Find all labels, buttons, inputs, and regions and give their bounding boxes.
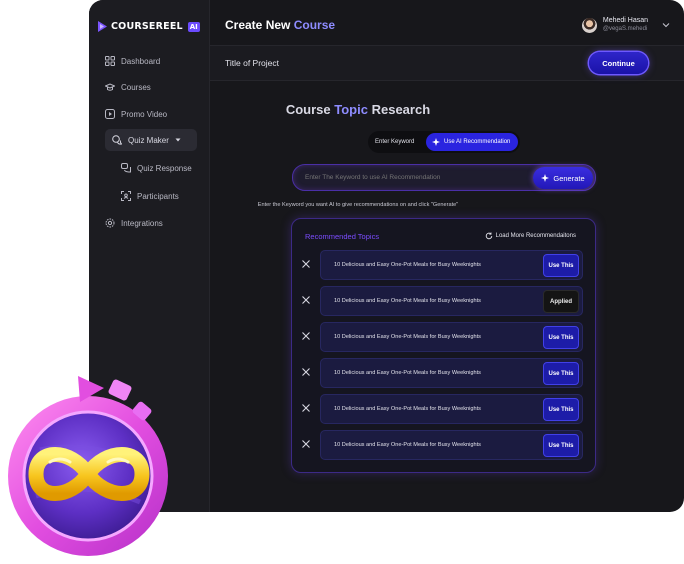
brand-logo[interactable]: COURSEREEL AI [97, 20, 200, 33]
mode-toggle: Enter Keyword Use AI Recommendation [368, 131, 520, 153]
use-this-button[interactable]: Use This [543, 398, 579, 421]
topic-text: 10 Delicious and Easy One-Pot Meals for … [334, 442, 481, 448]
sparkle-icon [541, 174, 550, 182]
sidebar-item-label: Dashboard [121, 56, 161, 66]
close-icon[interactable] [301, 259, 311, 269]
brand-name: COURSEREEL [111, 21, 183, 32]
sidebar-item-quiz-maker[interactable]: Quiz Maker [105, 129, 197, 151]
topic-card: 10 Delicious and Easy One-Pot Meals for … [320, 250, 583, 280]
close-icon[interactable] [301, 439, 311, 449]
logo-mark-icon [98, 21, 107, 32]
use-this-button[interactable]: Use This [543, 362, 579, 385]
keyword-input[interactable] [305, 174, 515, 181]
quiz-icon [112, 135, 122, 145]
tab-label: Use AI Recommendation [444, 139, 511, 145]
sidebar-item-quiz-response[interactable]: Quiz Response [121, 157, 192, 179]
infinity-loop-illustration [8, 376, 168, 556]
use-this-button[interactable]: Use This [543, 254, 579, 277]
caret-down-icon [175, 138, 181, 142]
refresh-icon [485, 232, 492, 240]
gear-icon [105, 218, 115, 228]
project-title: Title of Project [225, 58, 280, 68]
topic-text: 10 Delicious and Easy One-Pot Meals for … [334, 334, 481, 340]
topic-card: 10 Delicious and Easy One-Pot Meals for … [320, 286, 583, 316]
avatar [581, 17, 597, 33]
topic-text: 10 Delicious and Easy One-Pot Meals for … [334, 406, 481, 412]
project-bar: Title of Project Continue [210, 46, 684, 81]
topic-text: 10 Delicious and Easy One-Pot Meals for … [334, 298, 481, 304]
list-item: 10 Delicious and Easy One-Pot Meals for … [301, 358, 583, 388]
brand-badge: AI [187, 21, 200, 32]
sidebar-item-label: Courses [121, 82, 151, 92]
sidebar-item-integrations[interactable]: Integrations [105, 212, 163, 234]
play-square-icon [105, 109, 115, 119]
topic-card: 10 Delicious and Easy One-Pot Meals for … [320, 322, 583, 352]
use-this-button[interactable]: Use This [543, 434, 579, 457]
top-header: Create New Course Mehedi Hasan @vegaS.me… [210, 0, 684, 46]
close-icon[interactable] [301, 331, 311, 341]
research-title: Course Topic Research [121, 102, 595, 117]
sidebar-item-label: Participants [137, 191, 179, 201]
list-item: 10 Delicious and Easy One-Pot Meals for … [301, 322, 583, 352]
user-menu[interactable]: Mehedi Hasan @vegaS.mehedi [581, 16, 670, 34]
close-icon[interactable] [301, 403, 311, 413]
page-title: Create New Course [225, 18, 335, 32]
page-title-main: Create New [225, 18, 291, 32]
keyword-search: Generate [292, 164, 596, 191]
continue-button[interactable]: Continue [589, 52, 648, 74]
tab-enter-keyword[interactable]: Enter Keyword [368, 139, 421, 145]
sidebar-item-label: Integrations [121, 218, 163, 228]
scan-user-icon [121, 191, 131, 201]
list-item: 10 Delicious and Easy One-Pot Meals for … [301, 430, 583, 460]
panel-title: Recommended Topics [305, 232, 380, 241]
close-icon[interactable] [301, 367, 311, 377]
sidebar-item-courses[interactable]: Courses [105, 76, 151, 98]
applied-button[interactable]: Applied [543, 290, 579, 313]
load-more-button[interactable]: Load More Recommendaitons [485, 232, 576, 240]
recommended-topics-panel: Recommended Topics Load More Recommendai… [291, 218, 596, 473]
helper-text: Enter the Keyword you want AI to give re… [257, 202, 459, 208]
list-item: 10 Delicious and Easy One-Pot Meals for … [301, 250, 583, 280]
research-title-accent: Topic [334, 102, 368, 117]
generate-button[interactable]: Generate [533, 167, 593, 189]
user-info: Mehedi Hasan @vegaS.mehedi [603, 16, 648, 34]
sparkle-icon [432, 138, 440, 146]
research-title-main: Course [285, 102, 331, 117]
close-icon[interactable] [301, 295, 311, 305]
topic-card: 10 Delicious and Easy One-Pot Meals for … [320, 430, 583, 460]
generate-label: Generate [553, 173, 585, 183]
sidebar-item-label: Quiz Maker [128, 135, 169, 145]
chevron-down-icon[interactable] [662, 21, 670, 29]
page-title-accent: Course [293, 18, 336, 32]
sidebar-item-dashboard[interactable]: Dashboard [105, 50, 160, 72]
topic-text: 10 Delicious and Easy One-Pot Meals for … [334, 262, 481, 268]
list-item: 10 Delicious and Easy One-Pot Meals for … [301, 394, 583, 424]
list-item: 10 Delicious and Easy One-Pot Meals for … [301, 286, 583, 316]
tab-use-ai-recommendation[interactable]: Use AI Recommendation [426, 133, 518, 151]
research-title-end: Research [371, 102, 431, 117]
topic-card: 10 Delicious and Easy One-Pot Meals for … [320, 394, 583, 424]
use-this-button[interactable]: Use This [543, 326, 579, 349]
user-handle: @vegaS.mehedi [602, 26, 648, 32]
topic-text: 10 Delicious and Easy One-Pot Meals for … [334, 370, 481, 376]
grid-icon [105, 56, 115, 66]
chat-icon [121, 163, 131, 173]
topic-card: 10 Delicious and Easy One-Pot Meals for … [320, 358, 583, 388]
load-more-label: Load More Recommendaitons [495, 233, 576, 239]
user-name: Mehedi Hasan [602, 17, 648, 24]
sidebar-item-label: Quiz Response [137, 163, 192, 173]
graduation-cap-icon [105, 83, 115, 91]
